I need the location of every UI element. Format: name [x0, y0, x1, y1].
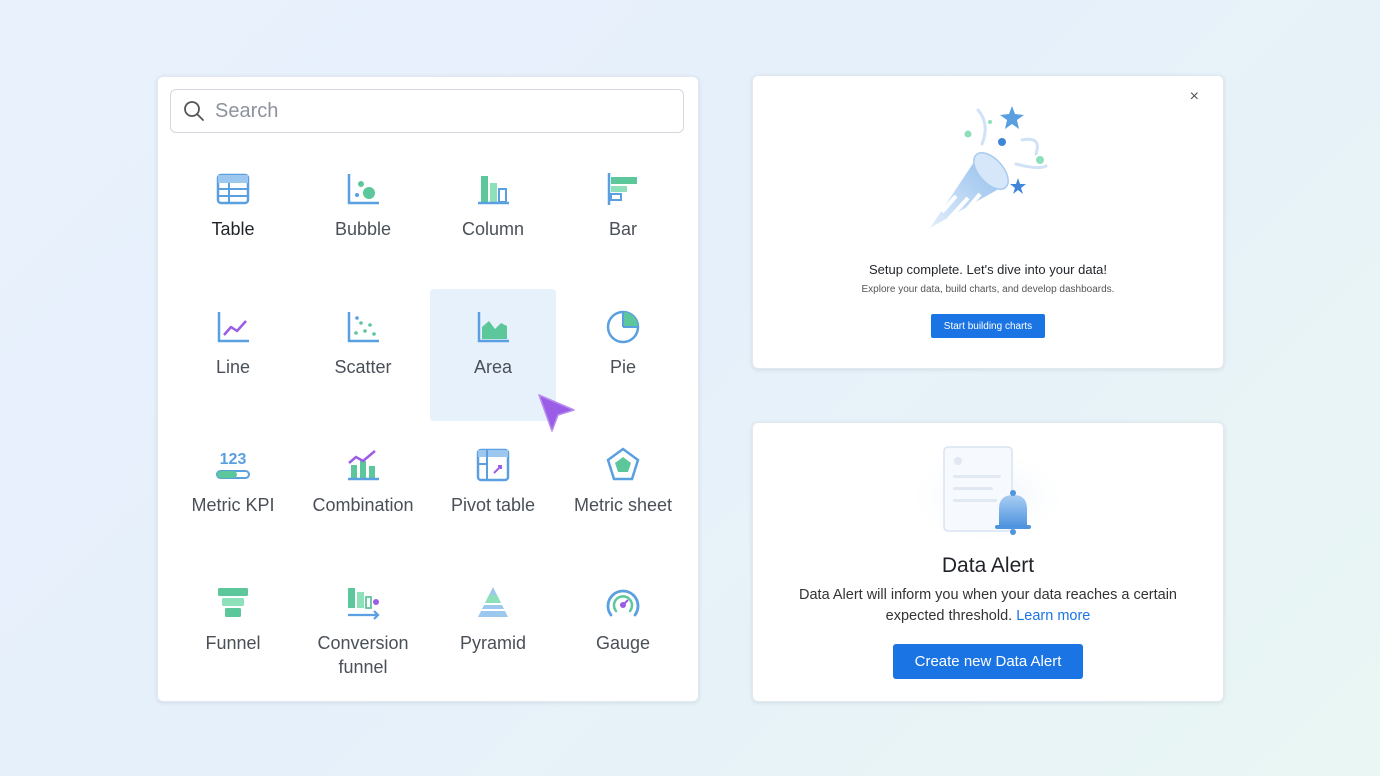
chart-type-scatter[interactable]: Scatter: [300, 289, 426, 421]
search-box[interactable]: [170, 89, 684, 133]
chart-type-label: Gauge: [595, 633, 651, 653]
metric-kpi-icon: 123: [216, 451, 250, 479]
chart-type-bubble[interactable]: Bubble: [300, 151, 426, 283]
area-chart-icon: [477, 312, 509, 343]
chart-type-label: Table: [211, 219, 255, 239]
chart-type-combination[interactable]: Combination: [300, 427, 426, 559]
setup-title: Setup complete. Let's dive into your dat…: [868, 262, 1108, 277]
chart-type-label: Pyramid: [459, 633, 526, 653]
chart-type-pie[interactable]: Pie: [560, 289, 686, 421]
chart-type-table[interactable]: Table: [170, 151, 296, 283]
scatter-icon: [347, 312, 379, 343]
gauge-icon: [606, 589, 640, 617]
chart-type-label: Funnel: [205, 633, 261, 653]
start-building-charts-button[interactable]: Start building charts: [931, 314, 1045, 338]
chart-type-label: Pivot table: [450, 495, 536, 515]
chart-type-metric-sheet[interactable]: Metric sheet: [560, 427, 686, 559]
chart-type-metric-kpi[interactable]: 123 Metric KPI: [170, 427, 296, 559]
learn-more-link[interactable]: Learn more: [1016, 608, 1090, 624]
party-popper-icon: [930, 106, 1048, 228]
chart-type-label: Metric sheet: [573, 495, 673, 515]
bar-icon: [607, 173, 637, 205]
chart-type-label: Area: [473, 357, 513, 377]
radar-icon: [606, 447, 640, 481]
column-icon: [478, 176, 509, 205]
setup-subtitle: Explore your data, build charts, and dev…: [861, 284, 1115, 295]
chart-type-pyramid[interactable]: Pyramid: [430, 565, 556, 697]
alert-document-bell-icon: [903, 446, 1073, 547]
alert-description: Data Alert will inform you when your dat…: [783, 585, 1193, 627]
chart-type-line[interactable]: Line: [170, 289, 296, 421]
chart-type-funnel[interactable]: Funnel: [170, 565, 296, 697]
chart-type-label: Bubble: [334, 219, 392, 239]
create-data-alert-button[interactable]: Create new Data Alert: [893, 644, 1083, 679]
chart-type-bar[interactable]: Bar: [560, 151, 686, 283]
chart-type-label: Column: [461, 219, 525, 239]
data-alert-card: Data Alert Data Alert will inform you wh…: [752, 422, 1224, 702]
chart-type-column[interactable]: Column: [430, 151, 556, 283]
conversion-funnel-icon: [348, 588, 380, 620]
combination-icon: [348, 450, 379, 481]
chart-type-label: Line: [215, 357, 251, 377]
alert-title: Data Alert: [941, 554, 1035, 577]
bubble-icon: [347, 174, 379, 205]
mouse-cursor-icon: [538, 394, 575, 432]
pyramid-icon: [478, 587, 508, 617]
chart-type-label: Metric KPI: [191, 495, 275, 515]
setup-complete-card: × Setup complete. Let's dive into your d…: [752, 75, 1224, 369]
funnel-icon: [218, 588, 248, 617]
chart-type-label: Scatter: [334, 357, 392, 377]
table-icon: [216, 173, 250, 205]
svg-text:123: 123: [220, 451, 247, 468]
chart-type-gauge[interactable]: Gauge: [560, 565, 686, 697]
alert-description-text: Data Alert will inform you when your dat…: [799, 587, 1177, 624]
chart-type-label: Pie: [609, 357, 636, 377]
chart-type-pivot-table[interactable]: Pivot table: [430, 427, 556, 559]
chart-type-picker: Table Bubble Column: [157, 76, 699, 702]
line-chart-icon: [217, 312, 249, 343]
chart-type-label: Bar: [608, 219, 637, 239]
close-icon[interactable]: ×: [1190, 88, 1199, 106]
chart-type-conversion-funnel[interactable]: Conversion funnel: [300, 565, 426, 697]
search-input[interactable]: [213, 98, 657, 124]
chart-type-label: Conversion funnel: [317, 633, 409, 677]
pie-chart-icon: [606, 310, 640, 344]
search-icon: [184, 101, 204, 121]
chart-type-label: Combination: [312, 495, 414, 515]
pivot-table-icon: [476, 448, 510, 482]
